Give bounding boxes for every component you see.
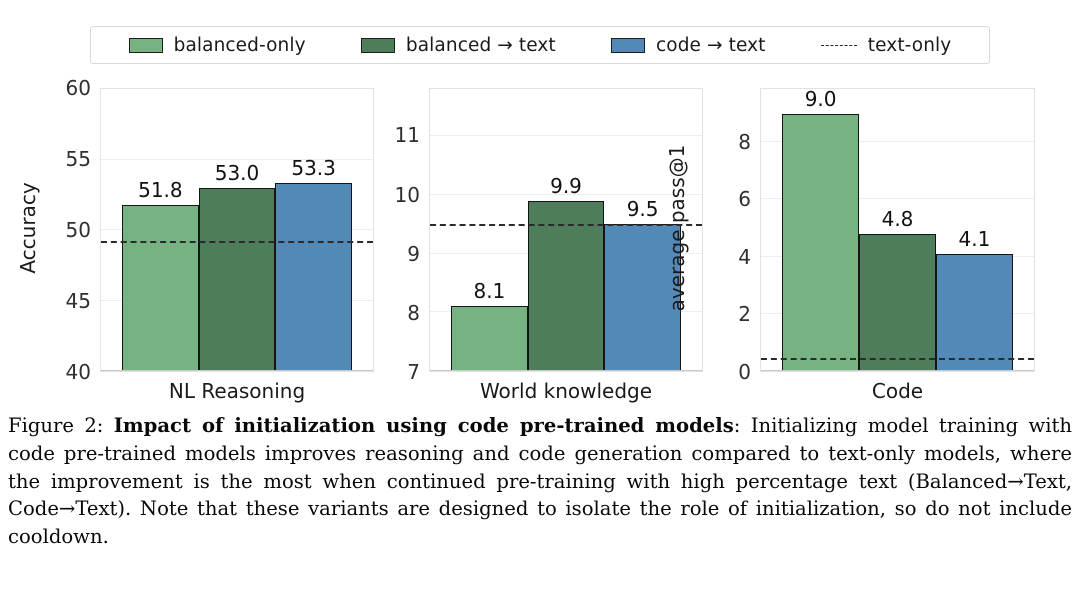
legend-swatch-icon — [611, 37, 646, 53]
bar — [859, 233, 936, 371]
chart-legend: balanced-only balanced → text code → tex… — [90, 26, 990, 64]
legend-label: code → text — [656, 34, 766, 56]
dashed-line-icon — [820, 44, 857, 46]
chart-panel-code: average pass@1 9.0 4.8 4.1 0 2 4 6 8 Code — [665, 88, 1035, 403]
y-tick-label: 8 — [738, 129, 751, 154]
legend-label: balanced-only — [173, 34, 306, 56]
legend-swatch-icon — [128, 37, 163, 53]
y-axis-label: average pass@1 — [665, 144, 689, 312]
bar — [198, 187, 276, 371]
chart-panel-nl-reasoning: Accuracy 51.8 53.0 53.3 40 45 50 55 60 NL Reas… — [16, 76, 374, 403]
plot-area: 51.8 53.0 53.3 — [100, 88, 374, 372]
bar-value-label: 9.0 — [804, 88, 837, 111]
bar-value-label: 51.8 — [138, 177, 183, 202]
bar-value-label: 4.8 — [881, 206, 914, 231]
bar-series: 9.0 4.8 4.1 — [761, 89, 1034, 371]
bar-value-label: 9.5 — [626, 197, 659, 222]
y-tick-label: 10 — [394, 182, 420, 207]
y-tick-label: 0 — [738, 360, 751, 384]
bar — [122, 204, 199, 371]
legend-label: balanced → text — [405, 34, 556, 56]
bar-value-label: 53.0 — [214, 160, 260, 185]
legend-swatch-icon — [360, 37, 395, 53]
plot-area: 9.0 4.8 4.1 — [760, 88, 1035, 372]
bar — [451, 306, 528, 371]
y-tick-label: 45 — [65, 289, 91, 313]
y-axis-label: Accuracy — [16, 182, 40, 274]
legend-entry-balanced-to-text: balanced → text — [360, 34, 556, 56]
x-axis-label: World knowledge — [479, 379, 653, 403]
bar-value-label: 4.1 — [958, 226, 991, 251]
y-tick-label: 4 — [738, 244, 751, 269]
reference-line-text-only — [101, 240, 373, 243]
bar-value-label: 53.3 — [291, 156, 336, 181]
reference-line-text-only — [761, 357, 1034, 360]
x-axis-line — [430, 370, 702, 371]
plot-area: 8.1 9.9 9.5 — [429, 88, 703, 372]
chart-panel-world-knowledge: 8.1 9.9 9.5 7 8 9 10 11 World knowledge — [395, 88, 703, 403]
bar — [782, 113, 860, 371]
caption-bold-title: Impact of initialization using code pre-… — [113, 414, 734, 437]
reference-line-text-only — [430, 223, 702, 226]
y-tick-label: 50 — [65, 218, 91, 242]
y-tick-label: 60 — [65, 76, 91, 100]
legend-entry-text-only: text-only — [820, 34, 952, 56]
legend-label: text-only — [867, 34, 952, 56]
y-tick-label: 7 — [407, 360, 420, 384]
bar-value-label: 9.9 — [550, 173, 582, 198]
bar — [275, 183, 352, 371]
x-axis-line — [761, 370, 1034, 371]
bar-value-label: 8.1 — [473, 279, 506, 304]
y-tick-label: 11 — [394, 123, 420, 148]
y-tick-label: 2 — [738, 302, 751, 327]
y-tick-label: 6 — [738, 187, 751, 212]
y-tick-label: 55 — [65, 147, 91, 171]
y-tick-label: 8 — [407, 300, 420, 325]
legend-entry-code-to-text: code → text — [611, 35, 766, 56]
y-tick-label: 40 — [65, 360, 91, 384]
figure-caption: Figure 2: Impact of initialization using… — [8, 412, 1072, 551]
x-axis-label: Code — [871, 379, 924, 403]
bar-series: 8.1 9.9 9.5 — [430, 89, 702, 371]
x-axis-line — [101, 370, 373, 371]
caption-figure-number: Figure 2: — [8, 414, 104, 437]
legend-entry-balanced-only: balanced-only — [128, 34, 306, 56]
x-axis-label: NL Reasoning — [168, 379, 306, 403]
y-tick-label: 9 — [407, 241, 420, 266]
bar-series: 51.8 53.0 53.3 — [101, 89, 373, 371]
bar — [527, 200, 605, 371]
bar — [935, 253, 1013, 371]
